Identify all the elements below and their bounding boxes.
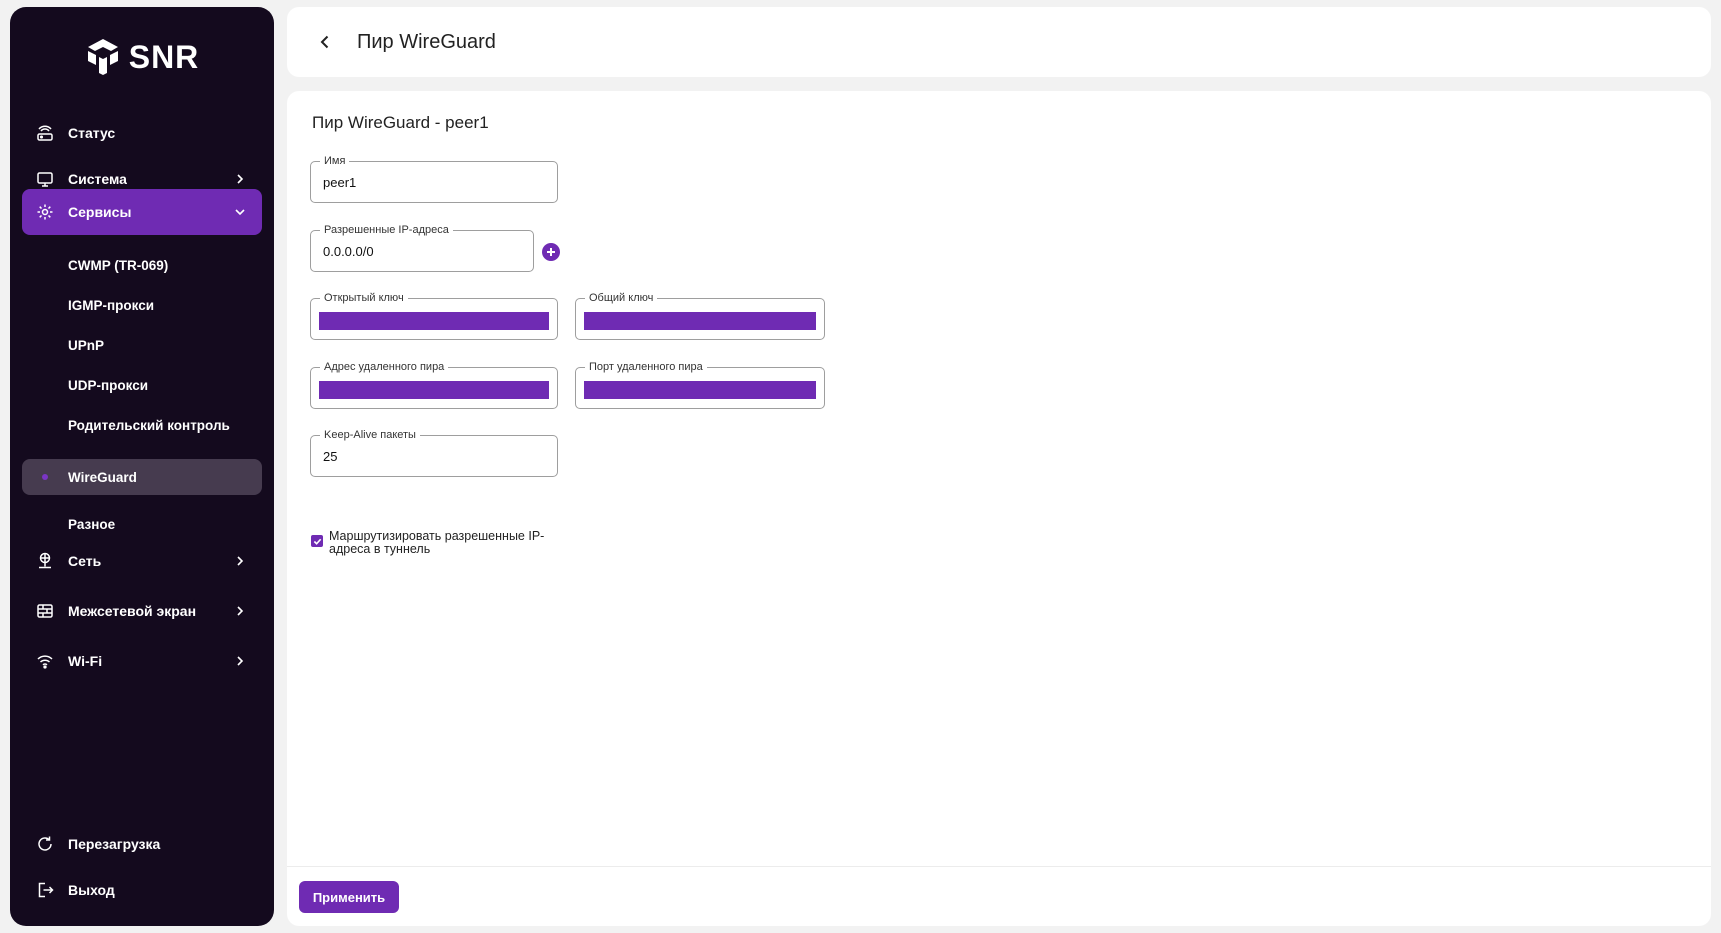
sidebar-item-label: Перезагрузка — [68, 836, 161, 852]
sidebar-item-status[interactable]: Статус — [22, 111, 262, 155]
subitem-cwmp[interactable]: CWMP (TR-069) — [22, 247, 262, 283]
name-field-label: Имя — [320, 154, 350, 168]
add-ip-button[interactable] — [542, 243, 560, 261]
apply-button[interactable]: Применить — [299, 881, 399, 913]
sidebar-item-wifi[interactable]: Wi-Fi — [22, 639, 262, 683]
back-button[interactable] — [313, 30, 337, 54]
keepalive-label: Keep-Alive пакеты — [320, 428, 420, 442]
remote-address-field[interactable]: Адрес удаленного пира — [310, 360, 558, 409]
redacted-value — [584, 381, 816, 399]
keepalive-field[interactable]: Keep-Alive пакеты 25 — [310, 428, 558, 477]
reload-icon — [36, 835, 54, 853]
network-icon — [36, 552, 54, 570]
sidebar-item-firewall[interactable]: Межсетевой экран — [22, 589, 262, 633]
subitem-label: CWMP (TR-069) — [68, 257, 169, 273]
shared-key-label: Общий ключ — [585, 291, 658, 305]
redacted-value — [319, 312, 549, 330]
brand-logo[interactable]: SNR — [10, 35, 274, 79]
redacted-value — [584, 312, 816, 330]
chevron-right-icon — [232, 553, 248, 569]
subitem-label: UPnP — [68, 337, 105, 353]
route-allowed-ips-checkbox[interactable] — [311, 535, 323, 547]
allowed-ips-label: Разрешенные IP-адреса — [320, 223, 453, 237]
chevron-right-icon — [232, 171, 248, 187]
wifi-icon — [36, 652, 54, 670]
subitem-igmp-proxy[interactable]: IGMP-прокси — [22, 287, 262, 323]
sidebar-item-label: Статус — [68, 125, 116, 141]
allowed-ips-value: 0.0.0.0/0 — [323, 244, 374, 259]
sidebar-item-label: Wi-Fi — [68, 653, 103, 669]
chevron-left-icon — [320, 35, 329, 49]
sidebar-item-label: Система — [68, 171, 127, 187]
footer-divider — [287, 866, 1711, 867]
remote-port-field[interactable]: Порт удаленного пира — [575, 360, 825, 409]
sidebar-item-label: Сеть — [68, 553, 102, 569]
name-field[interactable]: Имя peer1 — [310, 154, 558, 203]
router-icon — [36, 124, 54, 142]
sidebar-item-logout[interactable]: Выход — [22, 868, 262, 912]
allowed-ips-field[interactable]: Разрешенные IP-адреса 0.0.0.0/0 — [310, 223, 534, 272]
sidebar-item-label: Межсетевой экран — [68, 603, 197, 619]
monitor-icon — [36, 170, 54, 188]
route-allowed-ips-label: Маршрутизировать разрешенные IP-адреса в… — [329, 529, 545, 556]
remote-port-label: Порт удаленного пира — [585, 360, 707, 374]
logo-cube-icon — [87, 39, 118, 75]
subitem-label: WireGuard — [68, 469, 137, 485]
gear-icon — [36, 203, 54, 221]
subitem-parental-control[interactable]: Родительский контроль — [22, 407, 262, 443]
page-title: Пир WireGuard — [357, 30, 496, 53]
subitem-label: IGMP-прокси — [68, 297, 155, 313]
chevron-right-icon — [232, 653, 248, 669]
sidebar: SNR Статус Система Сервисы CWMP (TR-069)… — [10, 7, 274, 926]
chevron-down-icon — [232, 204, 248, 220]
sidebar-item-reboot[interactable]: Перезагрузка — [22, 822, 262, 866]
subitem-upnp[interactable]: UPnP — [22, 327, 262, 363]
sidebar-item-label: Выход — [68, 882, 115, 898]
subitem-label: Разное — [68, 516, 116, 532]
public-key-field[interactable]: Открытый ключ — [310, 291, 558, 340]
sidebar-item-services[interactable]: Сервисы — [22, 189, 262, 235]
logout-icon — [36, 881, 54, 899]
sidebar-item-network[interactable]: Сеть — [22, 539, 262, 583]
peer-form-card: Пир WireGuard - peer1 Имя peer1 Разрешен… — [287, 91, 1711, 926]
shared-key-field[interactable]: Общий ключ — [575, 291, 825, 340]
subitem-udp-proxy[interactable]: UDP-прокси — [22, 367, 262, 403]
public-key-label: Открытый ключ — [320, 291, 408, 305]
sidebar-item-label: Сервисы — [68, 204, 132, 220]
brand-name: SNR — [128, 38, 200, 75]
name-field-value: peer1 — [323, 175, 357, 190]
subitem-label: UDP-прокси — [68, 377, 149, 393]
active-dot-icon — [42, 474, 48, 480]
subitem-label: Родительский контроль — [68, 417, 230, 433]
subitem-misc[interactable]: Разное — [22, 506, 262, 542]
chevron-right-icon — [232, 603, 248, 619]
remote-address-label: Адрес удаленного пира — [320, 360, 449, 374]
keepalive-value: 25 — [323, 449, 338, 464]
subitem-wireguard[interactable]: WireGuard — [22, 459, 262, 495]
plus-icon — [547, 248, 555, 256]
redacted-value — [319, 381, 549, 399]
firewall-icon — [36, 602, 54, 620]
page-header: Пир WireGuard — [287, 7, 1711, 77]
checkmark-icon — [313, 538, 321, 545]
form-title: Пир WireGuard - peer1 — [312, 113, 489, 132]
